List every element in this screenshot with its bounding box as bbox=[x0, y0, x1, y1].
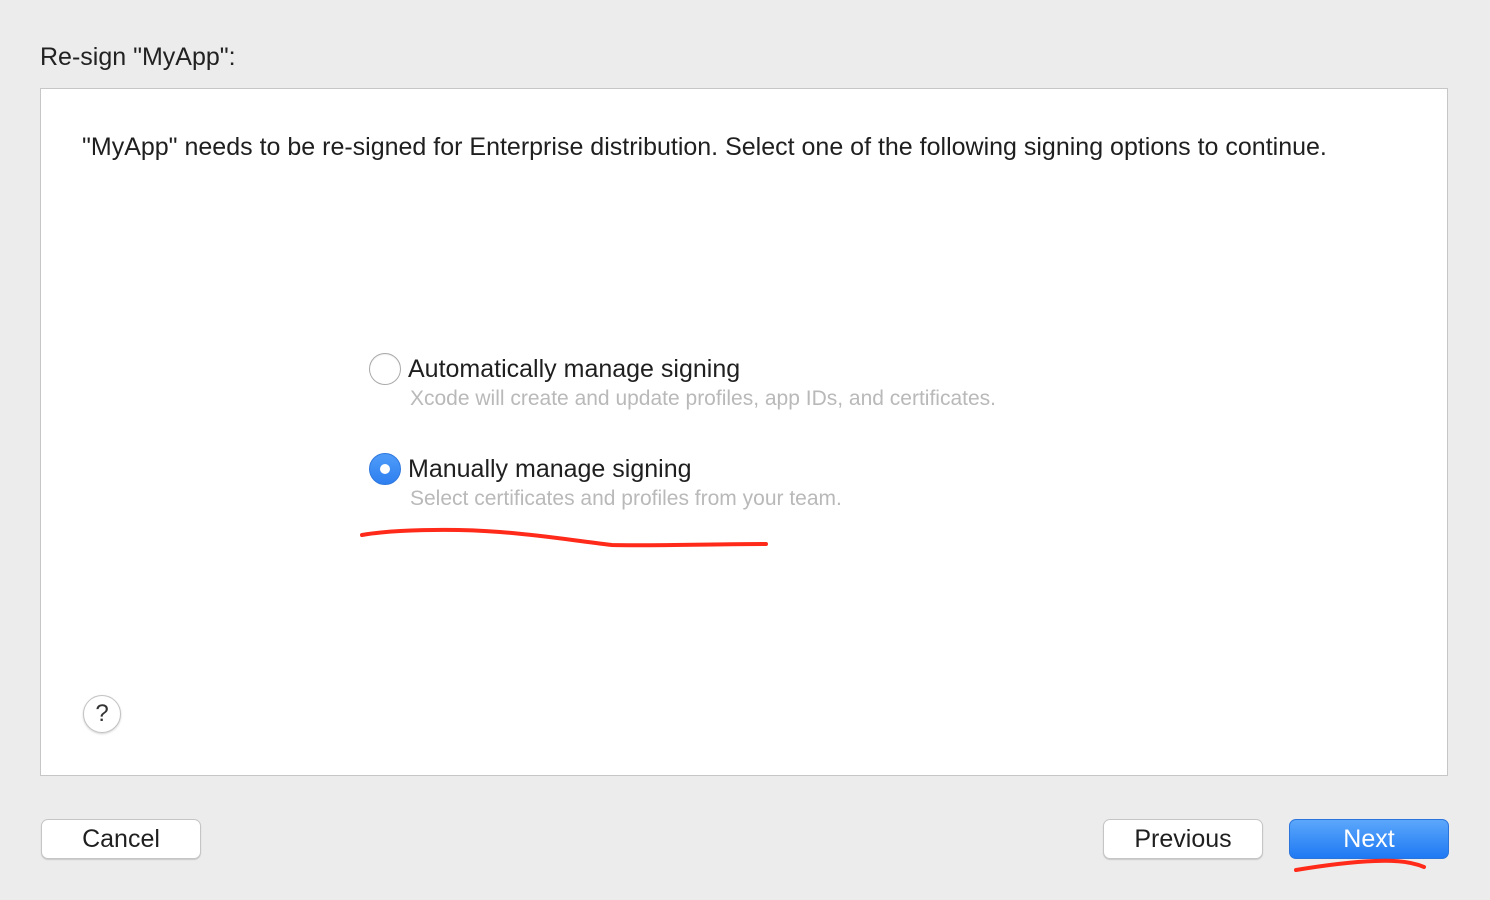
question-mark-icon: ? bbox=[95, 700, 109, 727]
option-automatic-label[interactable]: Automatically manage signing bbox=[408, 353, 740, 385]
option-automatic-signing[interactable]: Automatically manage signing Xcode will … bbox=[369, 352, 1169, 422]
cancel-button[interactable]: Cancel bbox=[41, 819, 201, 859]
option-automatic-subtitle: Xcode will create and update profiles, a… bbox=[410, 387, 996, 410]
previous-button[interactable]: Previous bbox=[1103, 819, 1263, 859]
next-button[interactable]: Next bbox=[1289, 819, 1449, 859]
signing-options-panel: "MyApp" needs to be re-signed for Enterp… bbox=[40, 88, 1448, 776]
sheet-title: Re-sign "MyApp": bbox=[40, 43, 236, 71]
radio-manual-signing[interactable] bbox=[369, 453, 401, 485]
radio-automatic-signing[interactable] bbox=[369, 353, 401, 385]
help-button[interactable]: ? bbox=[83, 695, 121, 733]
description-text: "MyApp" needs to be re-signed for Enterp… bbox=[82, 133, 1327, 161]
option-manual-label[interactable]: Manually manage signing bbox=[408, 453, 692, 485]
option-manual-subtitle: Select certificates and profiles from yo… bbox=[410, 487, 842, 510]
option-manual-signing[interactable]: Manually manage signing Select certifica… bbox=[369, 452, 1169, 522]
underline-annotation-next bbox=[1294, 858, 1426, 872]
